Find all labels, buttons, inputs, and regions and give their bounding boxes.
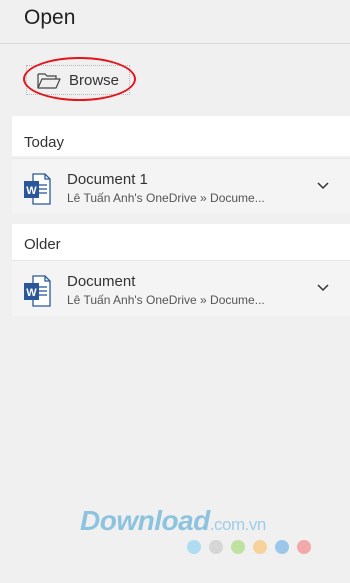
- document-name: Document: [67, 273, 136, 290]
- document-name: Document 1: [67, 171, 148, 188]
- watermark-dot: [187, 540, 201, 554]
- watermark-dot: [275, 540, 289, 554]
- section-older: Older: [12, 224, 350, 260]
- chevron-down-icon[interactable]: [316, 181, 330, 191]
- header-divider: [0, 43, 350, 44]
- section-today: Today: [12, 116, 350, 156]
- page-title: Open: [24, 6, 76, 29]
- watermark-dot: [253, 540, 267, 554]
- watermark-dots: [187, 540, 311, 554]
- watermark-dot: [297, 540, 311, 554]
- word-icon: W: [24, 275, 51, 307]
- folder-open-icon: [37, 73, 61, 89]
- list-item-document-1[interactable]: W Document 1 Lê Tuấn Anh's OneDrive » Do…: [12, 158, 350, 214]
- watermark-brand: Download: [80, 505, 210, 536]
- document-path: Lê Tuấn Anh's OneDrive » Docume...: [67, 191, 265, 205]
- document-path: Lê Tuấn Anh's OneDrive » Docume...: [67, 293, 265, 307]
- browse-button[interactable]: Browse: [26, 65, 130, 95]
- section-header-older: Older: [24, 236, 61, 253]
- svg-text:W: W: [26, 185, 37, 197]
- watermark-dot: [209, 540, 223, 554]
- watermark-domain: .com.vn: [209, 515, 267, 534]
- browse-label: Browse: [69, 71, 120, 89]
- svg-text:W: W: [26, 287, 37, 299]
- watermark-logo: Download.com.vn: [80, 505, 266, 537]
- list-item-document[interactable]: W Document Lê Tuấn Anh's OneDrive » Docu…: [12, 260, 350, 316]
- watermark-dot: [231, 540, 245, 554]
- chevron-down-icon[interactable]: [316, 283, 330, 293]
- word-icon: W: [24, 173, 51, 205]
- section-header-today: Today: [24, 134, 65, 151]
